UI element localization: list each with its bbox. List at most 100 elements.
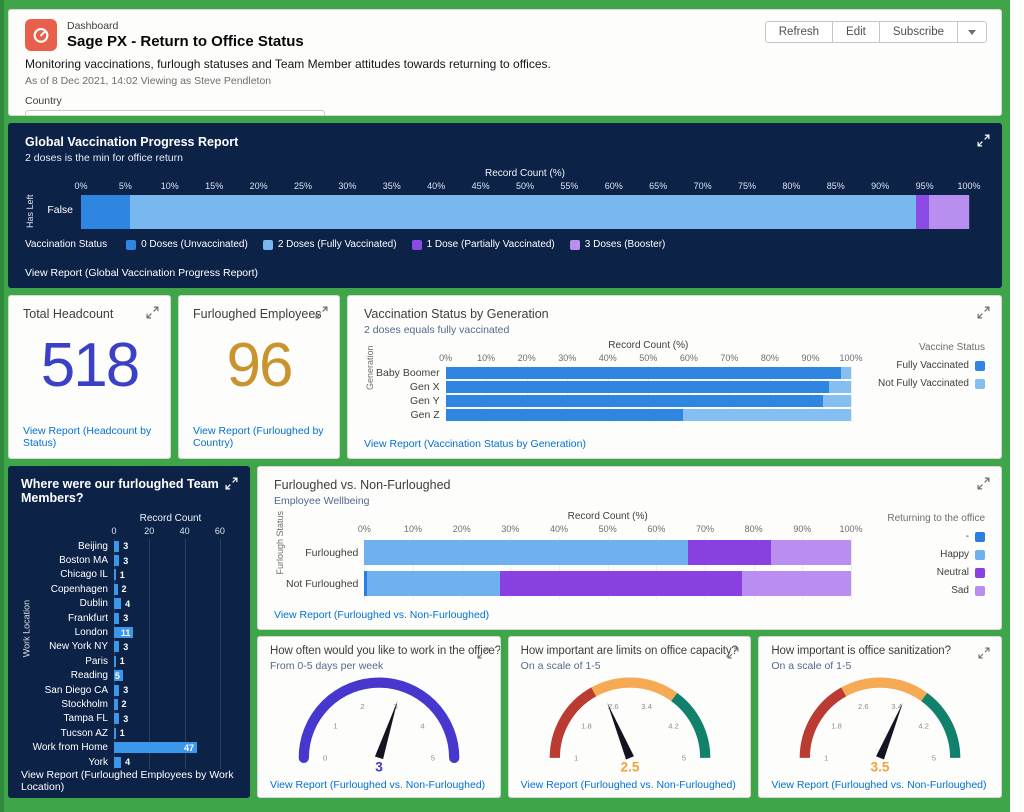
bar-segment[interactable] <box>742 571 851 596</box>
y-axis-title: Furlough Status <box>274 511 286 601</box>
bar[interactable]: 47 <box>114 742 197 753</box>
gauge-chart: 11.82.63.44.253.5 <box>786 674 974 775</box>
view-report-link[interactable]: View Report (Furloughed vs. Non-Furlough… <box>771 779 989 791</box>
x-axis-title: Record Count (%) <box>81 168 969 181</box>
edit-button[interactable]: Edit <box>832 21 880 43</box>
bar-segment[interactable] <box>829 381 851 393</box>
subscribe-button[interactable]: Subscribe <box>879 21 958 43</box>
expand-button[interactable] <box>223 475 240 495</box>
country-filter-select[interactable]: All <box>25 110 325 116</box>
expand-button[interactable] <box>144 304 161 324</box>
legend-item: 3 Doses (Booster) <box>570 239 666 250</box>
gauges-row: How often would you like to work in the … <box>257 636 1002 798</box>
gauge-tick-label: 4 <box>420 722 425 731</box>
legend-label: Happy <box>940 549 969 560</box>
bar[interactable]: 11 <box>114 627 133 638</box>
bar[interactable]: 5 <box>114 670 123 681</box>
bar-segment[interactable] <box>367 571 500 596</box>
bar[interactable] <box>114 713 119 724</box>
y-axis-title: Work Location <box>21 513 32 769</box>
bar-segment[interactable] <box>500 571 742 596</box>
bar-segment[interactable] <box>683 409 851 421</box>
category-label: Tampa FL <box>32 712 108 726</box>
bar-segment[interactable] <box>929 195 969 229</box>
bar-value: 3 <box>123 714 128 724</box>
category-label: Stockholm <box>32 697 108 711</box>
bar[interactable] <box>114 541 119 552</box>
expand-button[interactable] <box>725 645 741 664</box>
bar-segment[interactable] <box>688 540 771 565</box>
expand-button[interactable] <box>313 304 330 324</box>
panel-title: Where were our furloughed Team Members? <box>21 477 237 505</box>
axis-tick: 50% <box>599 524 617 534</box>
axis-tick: 55% <box>560 181 578 191</box>
gauge-value: 3 <box>375 760 383 775</box>
gauge-arc <box>593 683 673 697</box>
bar-segment[interactable] <box>130 195 916 229</box>
axis-tick: 20 <box>144 526 154 536</box>
chart-row: 1 <box>114 726 227 740</box>
view-report-link[interactable]: View Report (Vaccination Status by Gener… <box>364 438 985 450</box>
expand-button[interactable] <box>975 132 992 152</box>
bar[interactable] <box>114 699 118 710</box>
legend-item: Happy <box>940 549 985 560</box>
dashboard-page: Dashboard Sage PX - Return to Office Sta… <box>0 0 1010 812</box>
bar-segment[interactable] <box>446 367 841 379</box>
bar-segment[interactable] <box>446 395 823 407</box>
country-filter-value: All <box>36 115 306 117</box>
view-report-link[interactable]: View Report (Furloughed vs. Non-Furlough… <box>521 779 739 791</box>
bar[interactable] <box>114 685 119 696</box>
bar[interactable] <box>114 569 116 580</box>
more-actions-button[interactable] <box>957 21 987 43</box>
bar[interactable] <box>114 728 116 739</box>
panel-title: Vaccination Status by Generation <box>364 307 985 321</box>
bar-segment[interactable] <box>446 409 683 421</box>
axis-tick: 90% <box>801 353 819 363</box>
bar-value: 3 <box>123 613 128 623</box>
chart-row: 5 <box>114 669 227 683</box>
category-label: Furloughed <box>286 537 358 568</box>
chart-row <box>446 408 851 422</box>
bar-segment[interactable] <box>771 540 851 565</box>
legend-label: Sad <box>951 585 969 596</box>
location-chart: Work Location BeijingBoston MAChicago IL… <box>21 513 237 769</box>
chart-row: 3 <box>114 611 227 625</box>
axis-tick: 95% <box>916 181 934 191</box>
category-label: Boston MA <box>32 553 108 567</box>
category-label: Dublin <box>32 597 108 611</box>
bar[interactable] <box>114 613 119 624</box>
view-report-link[interactable]: View Report (Furloughed vs. Non-Furlough… <box>274 609 985 621</box>
bar-segment[interactable] <box>446 381 829 393</box>
refresh-button[interactable]: Refresh <box>765 21 833 43</box>
stacked-bar <box>364 571 851 596</box>
stacked-bar <box>364 540 851 565</box>
view-report-link[interactable]: View Report (Headcount by Status) <box>23 425 156 449</box>
bar-segment[interactable] <box>364 540 688 565</box>
gauge-tick-label: 0 <box>323 753 327 762</box>
page-title: Sage PX - Return to Office Status <box>67 33 304 50</box>
view-report-link[interactable]: View Report (Furloughed by Country) <box>193 425 325 449</box>
expand-button[interactable] <box>975 304 992 324</box>
bar[interactable] <box>114 757 121 768</box>
expand-button[interactable] <box>475 645 491 664</box>
bar[interactable] <box>114 641 119 652</box>
view-report-link[interactable]: View Report (Furloughed Employees by Wor… <box>21 769 237 793</box>
bar-segment[interactable] <box>81 195 130 229</box>
legend-swatch <box>975 568 985 578</box>
office-frequency-gauge-panel: How often would you like to work in the … <box>257 636 501 798</box>
view-report-link[interactable]: View Report (Furloughed vs. Non-Furlough… <box>270 779 488 791</box>
axis-tick: 30% <box>501 524 519 534</box>
category-label: Reading <box>32 669 108 683</box>
bar[interactable] <box>114 555 119 566</box>
view-report-link[interactable]: View Report (Global Vaccination Progress… <box>25 267 985 279</box>
total-headcount-card: Total Headcount 518 View Report (Headcou… <box>8 295 171 459</box>
bar[interactable] <box>114 584 118 595</box>
bar-segment[interactable] <box>841 367 851 379</box>
bar-segment[interactable] <box>916 195 929 229</box>
expand-button[interactable] <box>975 475 992 495</box>
bar-segment[interactable] <box>823 395 851 407</box>
bar[interactable] <box>114 656 116 667</box>
bar[interactable] <box>114 598 121 609</box>
legend-item: Sad <box>951 585 985 596</box>
expand-button[interactable] <box>976 645 992 664</box>
